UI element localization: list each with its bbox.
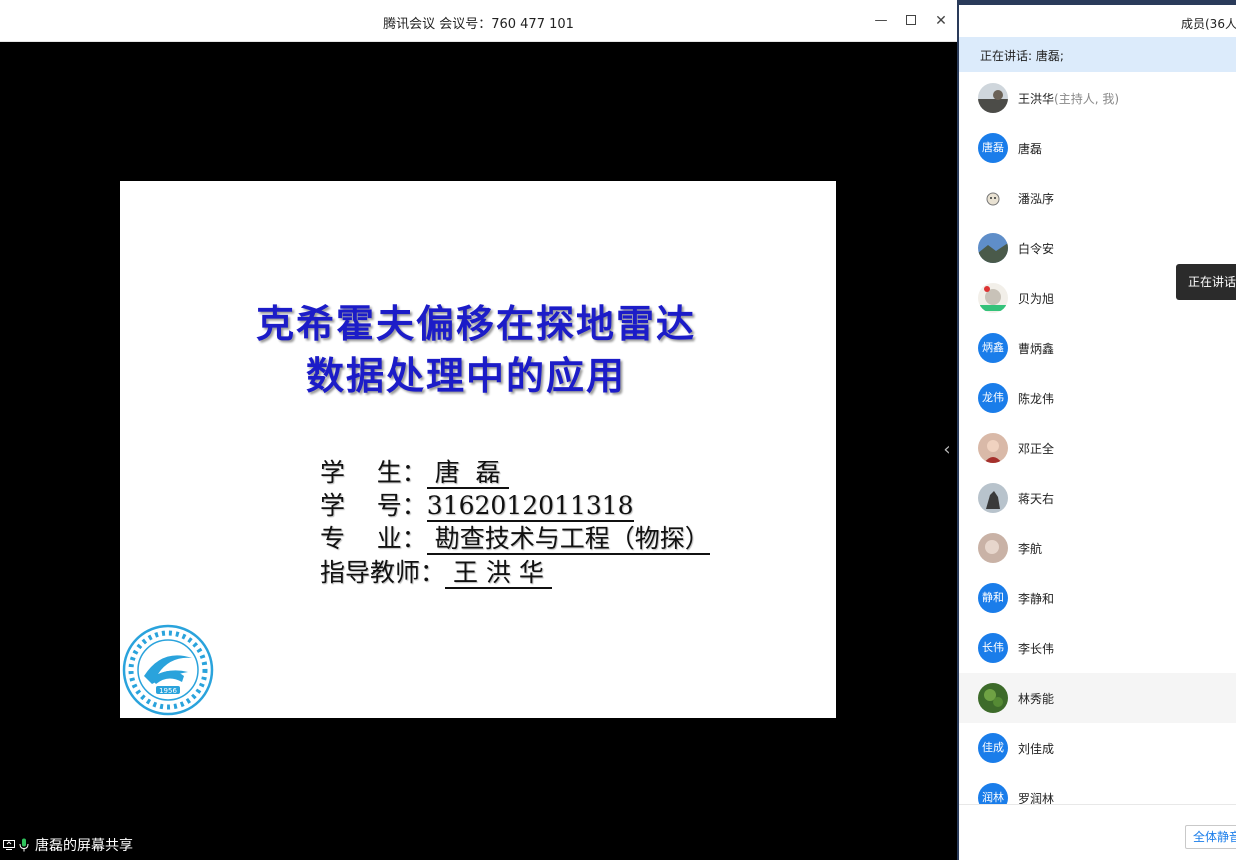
member-item[interactable]: 林秀能	[959, 673, 1236, 723]
major-label: 专 业：	[320, 524, 427, 553]
member-name: 王洪华(主持人, 我)	[1018, 92, 1120, 106]
member-item[interactable]: 长伟 李长伟	[959, 623, 1236, 673]
member-name: 陈龙伟	[1018, 392, 1055, 406]
maximize-icon	[906, 14, 916, 25]
member-avatar: 润林	[978, 783, 1008, 804]
advisor-value: 王 洪 华	[445, 558, 552, 589]
svg-text:1956: 1956	[159, 687, 177, 695]
member-item[interactable]: 李航	[959, 523, 1236, 573]
window-title: 腾讯会议 会议号：760 477 101	[383, 17, 574, 32]
major-value: 勘查技术与工程（物探）	[426, 524, 710, 555]
member-item[interactable]: 炳鑫 曹炳鑫	[959, 323, 1236, 373]
member-avatar: 唐磊	[978, 133, 1008, 163]
panel-footer: 全体静音	[959, 804, 1236, 860]
member-item[interactable]: 蒋天右	[959, 473, 1236, 523]
member-item[interactable]: 龙伟 陈龙伟	[959, 373, 1236, 423]
member-avatar	[978, 83, 1008, 113]
member-name: 贝为旭	[1018, 292, 1055, 306]
members-count-title: 成员(36人)	[1181, 17, 1236, 31]
member-avatar: 静和	[978, 583, 1008, 613]
university-logo: 1956	[122, 624, 214, 716]
member-item[interactable]: 润林 罗润林	[959, 773, 1236, 804]
member-list: 王洪华(主持人, 我) 唐磊 唐磊 潘泓序 白令安 贝为旭 炳鑫 曹炳鑫 龙伟 …	[959, 73, 1236, 804]
meeting-window: 腾讯会议 会议号：760 477 101 — ✕ 克希霍夫偏移在探地雷达 数据处…	[0, 0, 957, 860]
member-item[interactable]: 邓正全	[959, 423, 1236, 473]
member-name: 邓正全	[1018, 442, 1055, 456]
speaking-text: 正在讲话: 唐磊;	[980, 49, 1064, 63]
student-label: 学 生：	[320, 458, 427, 487]
speaking-tooltip: 正在讲话	[1176, 264, 1236, 300]
member-avatar	[978, 483, 1008, 513]
screen-share-icon	[3, 840, 15, 850]
id-value: 3162012011318	[426, 491, 634, 522]
member-item[interactable]: 静和 李静和	[959, 573, 1236, 623]
slide-title-line-1: 克希霍夫偏移在探地雷达	[255, 301, 696, 346]
advisor-label: 指导教师：	[320, 558, 446, 587]
microphone-icon	[19, 838, 29, 852]
member-avatar: 炳鑫	[978, 333, 1008, 363]
minimize-button[interactable]: —	[871, 11, 891, 31]
member-name: 林秀能	[1018, 692, 1055, 706]
slide-student-row: 学 生： 唐 磊	[320, 457, 509, 489]
member-item[interactable]: 佳成 刘佳成	[959, 723, 1236, 773]
member-item[interactable]: 潘泓序	[959, 173, 1236, 223]
mute-all-button[interactable]: 全体静音	[1185, 825, 1236, 849]
member-avatar	[978, 283, 1008, 313]
member-name: 李航	[1018, 542, 1043, 556]
member-name: 李长伟	[1018, 642, 1055, 656]
members-panel: 成员(36人) 正在讲话: 唐磊; 王洪华(主持人, 我) 唐磊 唐磊 潘泓序	[957, 0, 1236, 860]
member-avatar	[978, 683, 1008, 713]
member-avatar: 佳成	[978, 733, 1008, 763]
slide-major-row: 专 业： 勘查技术与工程（物探）	[320, 523, 710, 555]
collapse-panel-icon[interactable]: ‹	[940, 440, 954, 460]
member-name: 潘泓序	[1018, 192, 1055, 206]
member-name: 曹炳鑫	[1018, 342, 1055, 356]
member-avatar	[978, 233, 1008, 263]
member-role-note: (主持人, 我)	[1054, 92, 1120, 106]
student-value: 唐 磊	[426, 458, 509, 489]
screen-share-indicator: 唐磊的屏幕共享	[0, 834, 300, 856]
member-name: 刘佳成	[1018, 742, 1055, 756]
member-name: 罗润林	[1018, 792, 1055, 804]
presentation-slide: 克希霍夫偏移在探地雷达 数据处理中的应用 学 生： 唐 磊 学 号：316201…	[120, 181, 836, 718]
member-avatar	[978, 183, 1008, 213]
member-item[interactable]: 唐磊 唐磊	[959, 123, 1236, 173]
member-avatar	[978, 433, 1008, 463]
member-name: 白令安	[1018, 242, 1055, 256]
member-name: 唐磊	[1018, 142, 1043, 156]
member-name: 李静和	[1018, 592, 1055, 606]
slide-title-line-2: 数据处理中的应用	[305, 353, 626, 398]
member-avatar: 龙伟	[978, 383, 1008, 413]
member-avatar: 长伟	[978, 633, 1008, 663]
speaking-indicator: 正在讲话: 唐磊;	[959, 37, 1236, 72]
screen-share-label: 唐磊的屏幕共享	[35, 838, 133, 854]
slide-id-row: 学 号：3162012011318	[320, 490, 634, 522]
member-item[interactable]: 王洪华(主持人, 我)	[959, 73, 1236, 123]
maximize-button[interactable]	[901, 11, 921, 31]
member-avatar	[978, 533, 1008, 563]
id-label: 学 号：	[320, 491, 427, 520]
member-name: 蒋天右	[1018, 492, 1055, 506]
panel-header: 成员(36人)	[959, 5, 1236, 37]
title-bar: 腾讯会议 会议号：760 477 101 — ✕	[0, 0, 957, 42]
close-button[interactable]: ✕	[931, 11, 951, 31]
slide-advisor-row: 指导教师： 王 洪 华	[320, 557, 552, 589]
